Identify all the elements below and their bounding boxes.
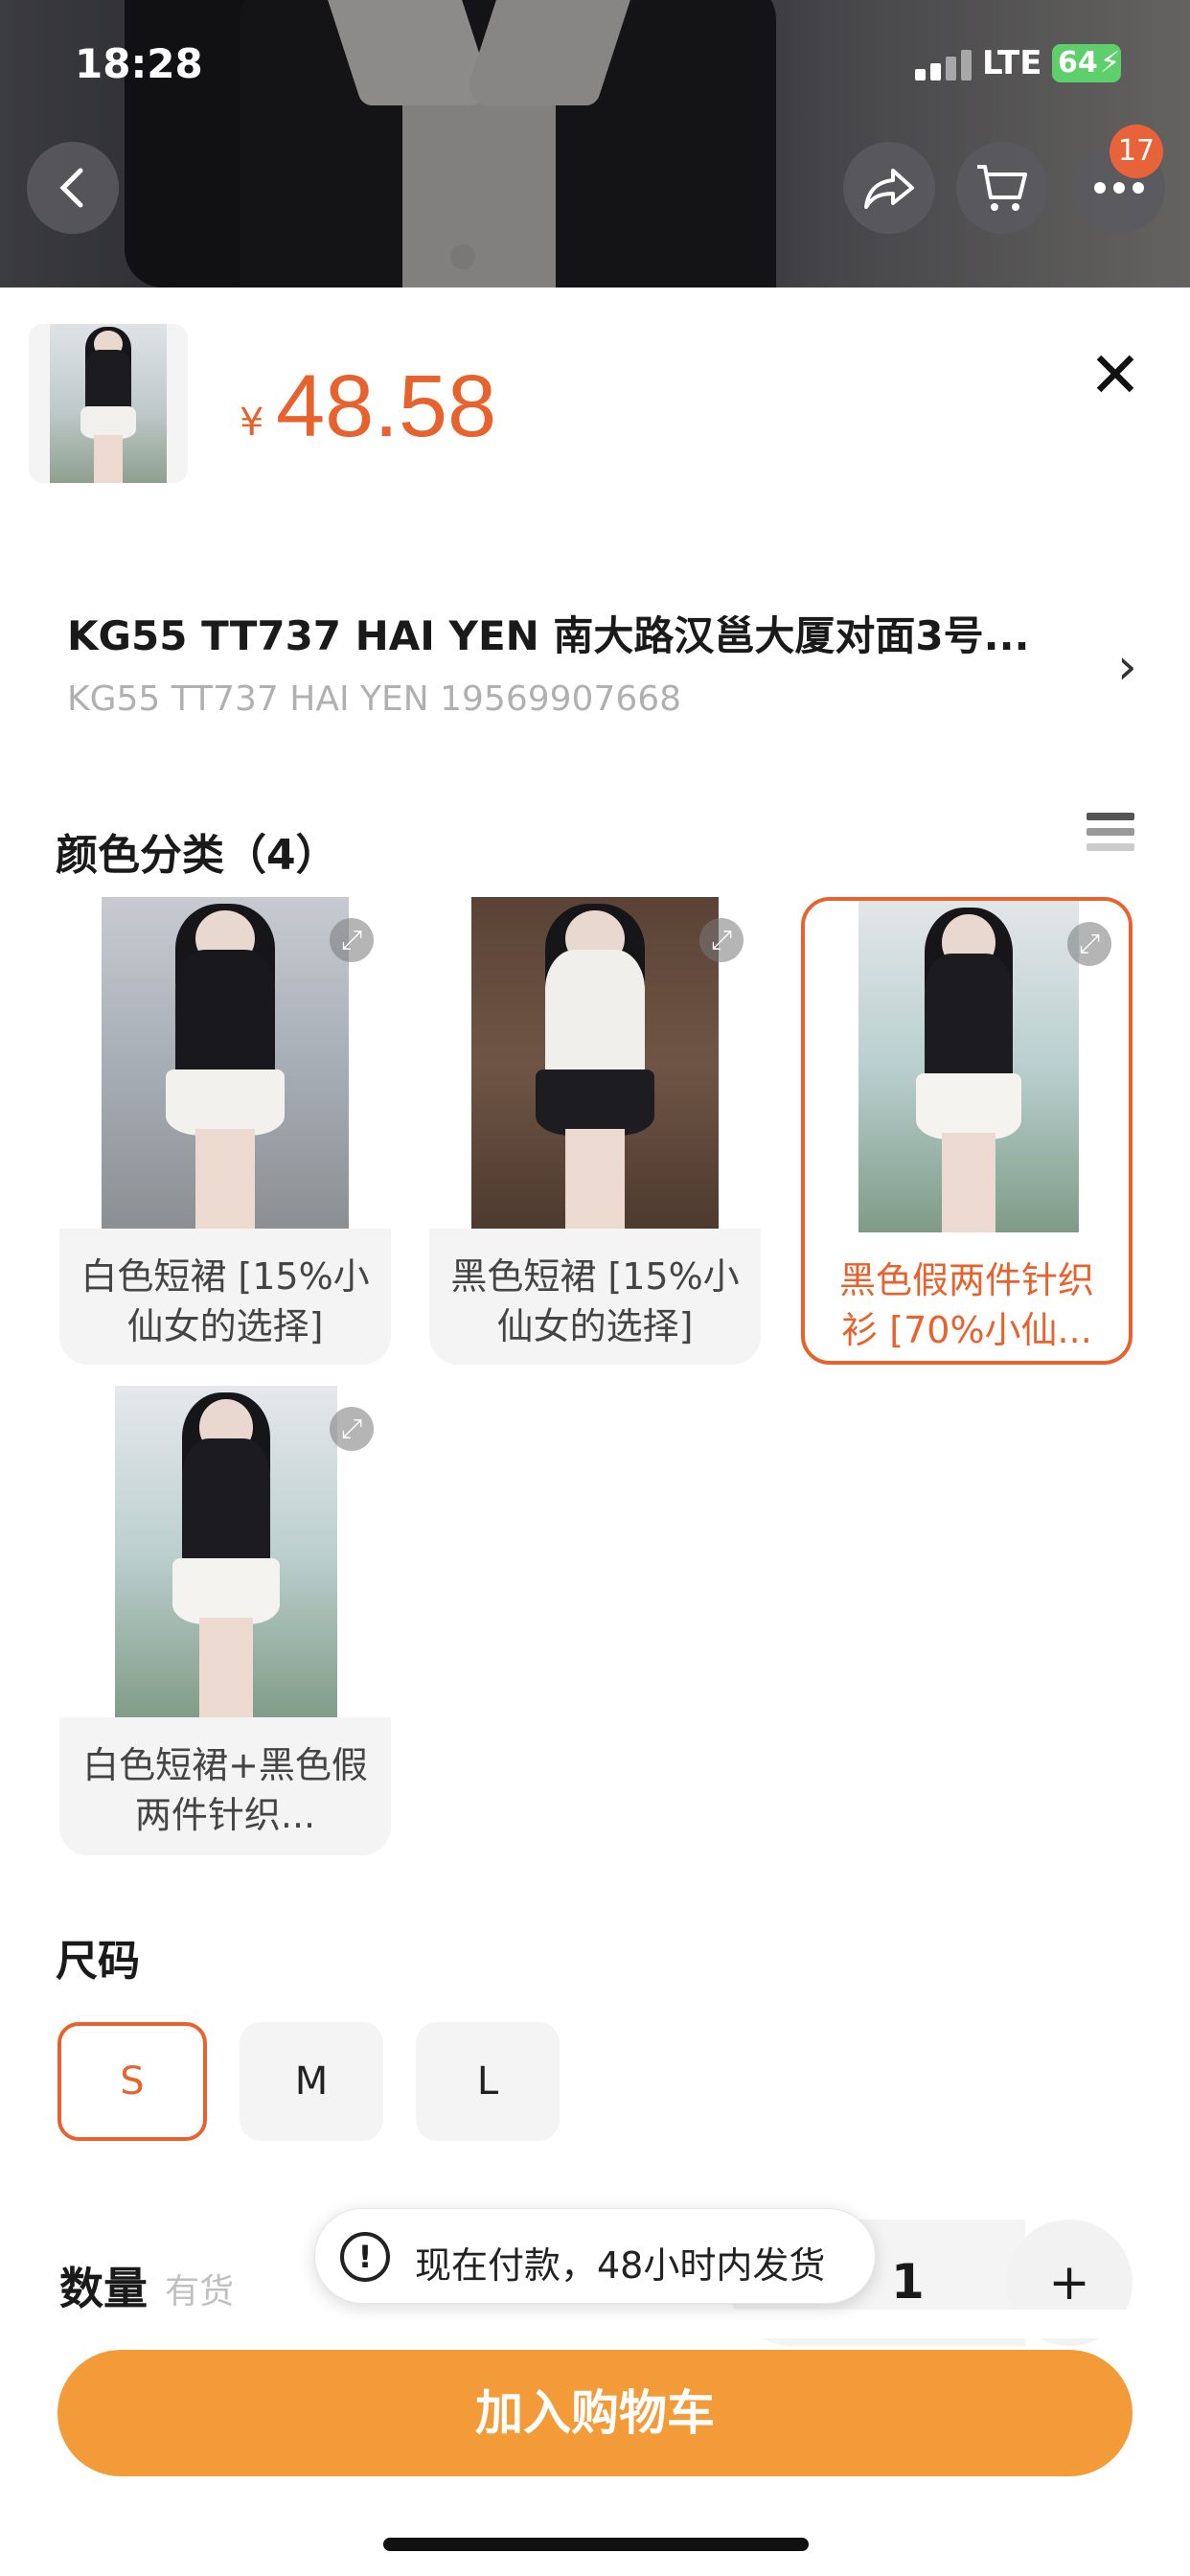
size-option-s[interactable]: S bbox=[57, 2022, 207, 2141]
currency-symbol: ¥ bbox=[240, 401, 264, 445]
address-title: KG55 TT737 HAI YEN 南大路汉邕大厦对面3号... bbox=[67, 612, 1030, 659]
cart-button[interactable] bbox=[956, 142, 1048, 234]
back-button[interactable] bbox=[27, 142, 119, 234]
chevron-right-icon[interactable]: › bbox=[1117, 638, 1137, 696]
expand-icon[interactable]: ⤢ bbox=[330, 918, 374, 962]
network-type: LTE bbox=[982, 44, 1042, 82]
color-section-title: 颜色分类（4） bbox=[56, 831, 338, 880]
expand-icon[interactable]: ⤢ bbox=[1067, 922, 1111, 966]
close-icon: ✕ bbox=[1088, 338, 1142, 412]
expand-icon[interactable]: ⤢ bbox=[330, 1407, 374, 1451]
signal-icon bbox=[915, 50, 976, 80]
color-option-label: 黑色短裙 [15%小仙女的选择] bbox=[450, 1255, 740, 1347]
size-section-title: 尺码 bbox=[56, 1937, 140, 1986]
bottom-fade bbox=[0, 2310, 1190, 2338]
color-option-4[interactable]: ⤢ 白色短裙+黑色假两件针织... bbox=[59, 1386, 391, 1855]
close-button[interactable]: ✕ bbox=[1081, 341, 1150, 410]
toast-message: 现在付款，48小时内发货 bbox=[415, 2244, 826, 2287]
quantity-label: 数量 bbox=[59, 2263, 148, 2314]
color-option-label: 黑色假两件针织衫 [70%小仙... bbox=[838, 1259, 1094, 1351]
address-subtitle: KG55 TT737 HAI YEN 19569907668 bbox=[67, 679, 682, 719]
quantity-value[interactable]: 1 bbox=[891, 2254, 925, 2310]
product-thumbnail-image bbox=[50, 324, 167, 483]
color-option-1[interactable]: ⤢ 白色短裙 [15%小仙女的选择] bbox=[59, 897, 391, 1365]
size-option-m[interactable]: M bbox=[240, 2022, 383, 2141]
color-option-label: 白色短裙+黑色假两件针织... bbox=[82, 1744, 368, 1836]
color-option-2[interactable]: ⤢ 黑色短裙 [15%小仙女的选择] bbox=[429, 897, 761, 1365]
home-indicator bbox=[383, 2538, 809, 2551]
status-bar: 18:28 LTE 64 ⚡ bbox=[0, 0, 1190, 134]
color-option-3[interactable]: ⤢ 黑色假两件针织衫 [70%小仙... bbox=[801, 897, 1133, 1365]
stock-status: 有货 bbox=[165, 2272, 235, 2312]
product-price: 48.58 bbox=[276, 357, 497, 455]
color-option-label: 白色短裙 [15%小仙女的选择] bbox=[80, 1255, 370, 1347]
share-button[interactable] bbox=[843, 142, 935, 234]
expand-icon[interactable]: ⤢ bbox=[699, 918, 744, 962]
add-to-cart-button[interactable]: 加入购物车 bbox=[57, 2350, 1133, 2476]
status-time: 18:28 bbox=[75, 40, 203, 87]
product-thumbnail[interactable] bbox=[29, 324, 188, 483]
more-dots-icon bbox=[1094, 182, 1144, 194]
cart-icon bbox=[977, 165, 1027, 211]
chevron-left-icon bbox=[59, 168, 83, 208]
shipping-toast: ! 现在付款，48小时内发货 bbox=[314, 2208, 876, 2304]
info-icon: ! bbox=[340, 2232, 390, 2282]
size-option-l[interactable]: L bbox=[416, 2022, 560, 2141]
shipping-address[interactable]: KG55 TT737 HAI YEN 南大路汉邕大厦对面3号... KG55 T… bbox=[67, 604, 1131, 719]
share-icon bbox=[864, 169, 914, 209]
charging-icon: ⚡ bbox=[1100, 46, 1121, 80]
cart-count-badge: 17 bbox=[1110, 125, 1163, 178]
list-view-toggle[interactable] bbox=[1087, 813, 1134, 859]
